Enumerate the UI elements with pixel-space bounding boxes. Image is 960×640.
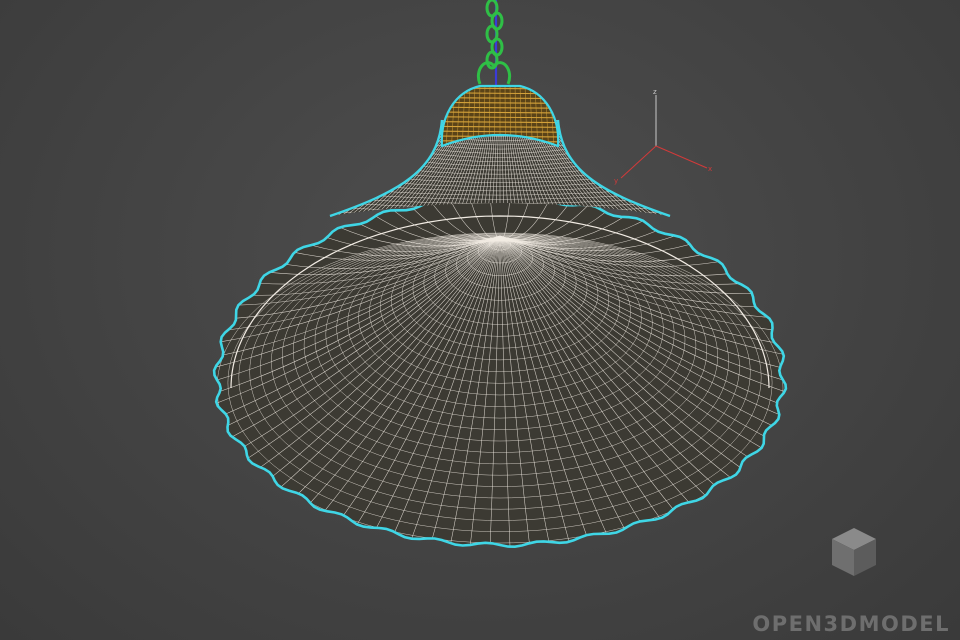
cube-icon: [832, 528, 876, 576]
watermark: OPEN3DMODEL: [752, 526, 950, 636]
axis-gizmo: z x y: [614, 88, 712, 185]
axis-z-label: z: [653, 88, 657, 96]
lamp-shade[interactable]: [212, 194, 788, 549]
lamp-model[interactable]: [212, 84, 788, 549]
axis-x-label: x: [708, 165, 712, 173]
3d-viewport[interactable]: z x y OPEN3DMODEL: [0, 0, 960, 640]
watermark-text: OPEN3DMODEL: [752, 612, 950, 636]
axis-x-line: [655, 145, 708, 169]
axis-y-line: [620, 145, 657, 179]
hanging-chain[interactable]: [477, 0, 511, 85]
axis-y-label: y: [614, 177, 618, 185]
